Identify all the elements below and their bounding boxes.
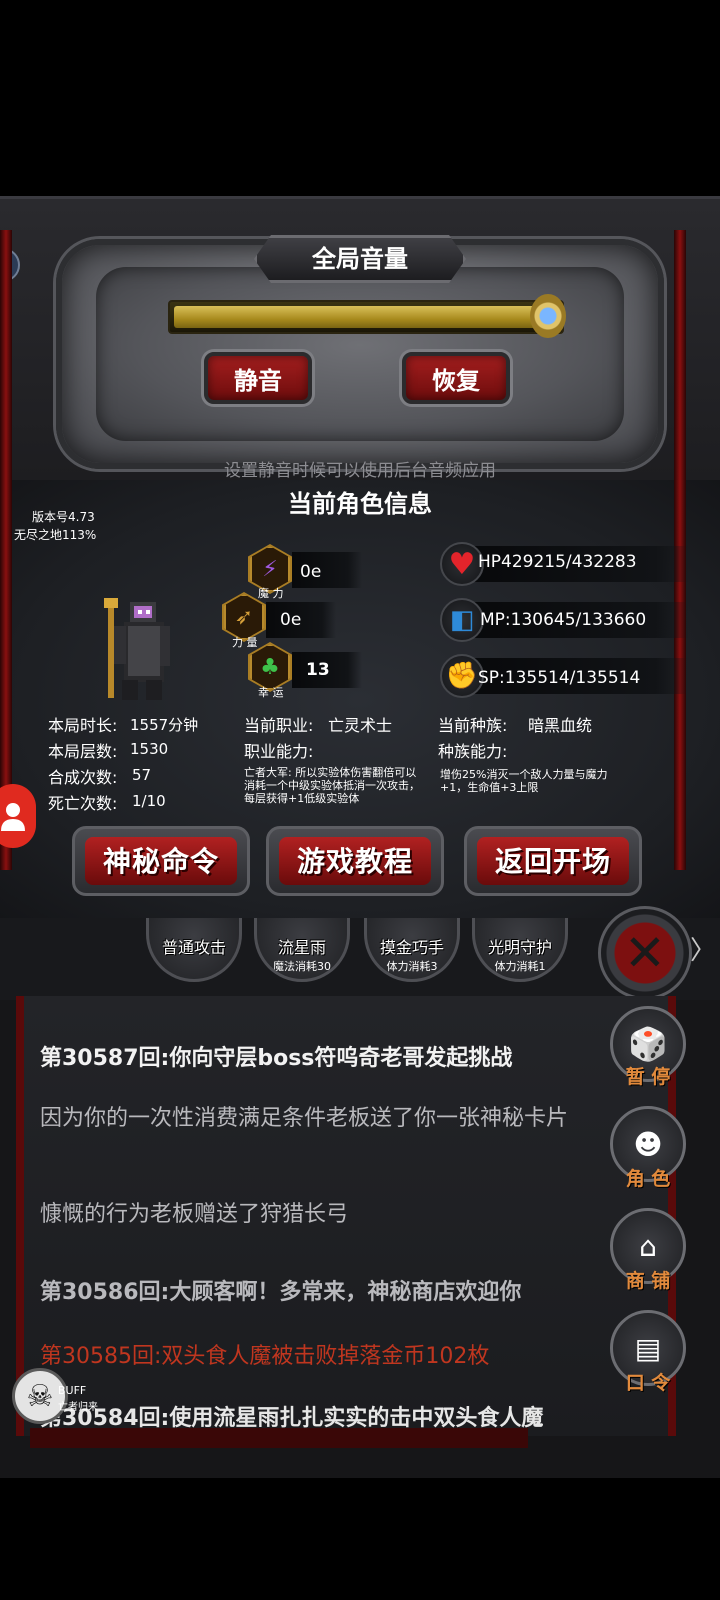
- skill-light-guard[interactable]: 光明守护 体力消耗1: [472, 918, 568, 982]
- dice-icon: 🎲: [628, 1025, 668, 1063]
- game-screen: 全局音量 静音 恢复 设置静音时候可以使用后台音频应用 当前角色信息 版本号4.…: [0, 0, 720, 1600]
- buff-sub-label: 亡者归来: [58, 1402, 98, 1413]
- volume-panel: 全局音量: [0, 196, 720, 500]
- bottom-bar: [30, 1428, 528, 1448]
- pause-label: 暂 停: [625, 1066, 671, 1088]
- endless-land-label: 无尽之地113%: [14, 528, 97, 542]
- shop-icon: ⌂: [639, 1229, 657, 1263]
- skill-name: 流星雨: [277, 938, 326, 957]
- necromancer-sprite: [104, 598, 170, 700]
- close-icon[interactable]: ✕: [598, 906, 692, 1000]
- secret-command-button[interactable]: 神秘命令: [72, 826, 250, 896]
- tutorial-label: 游戏教程: [279, 837, 431, 885]
- merges-label: 合成次数:: [48, 768, 118, 787]
- hooded-figure-icon: ☻: [633, 1127, 663, 1161]
- character-label: 角 色: [625, 1168, 671, 1190]
- play-time-label: 本局时长:: [48, 716, 118, 735]
- floors-value: 1530: [130, 740, 169, 758]
- volume-title: 全局音量: [312, 245, 408, 273]
- class-ability-label: 职业能力:: [244, 742, 314, 761]
- log-line: 第30587回:你向守层boss符呜奇老哥发起挑战: [40, 1046, 513, 1071]
- log-line: 因为你的一次性消费满足条件老板送了你一张神秘卡片: [40, 1106, 569, 1131]
- skill-cost: 体力消耗1: [494, 960, 546, 973]
- hp-value: HP429215/432283: [478, 552, 637, 572]
- class-value: 亡灵术士: [328, 716, 393, 735]
- luck-caption: 幸 运: [258, 686, 284, 699]
- log-line: 慷慨的行为老板赠送了狩猎长弓: [40, 1202, 349, 1227]
- floors-label: 本局层数:: [48, 742, 118, 761]
- shop-label: 商 铺: [625, 1270, 671, 1292]
- volume-hint: 设置静音时候可以使用后台音频应用: [224, 461, 496, 481]
- class-label: 当前职业:: [244, 716, 314, 735]
- strength-value: 0e: [280, 610, 302, 630]
- person-icon: [1, 803, 25, 831]
- chevron-right-icon[interactable]: 〉: [690, 930, 716, 967]
- skill-name: 光明守护: [487, 938, 552, 957]
- skill-name: 普通攻击: [161, 938, 226, 957]
- skill-gold-touch[interactable]: 摸金巧手 体力消耗3: [364, 918, 460, 982]
- command-label: 口 令: [625, 1372, 671, 1394]
- log-line: 第30584回:使用流星雨扎扎实实的击中双头食人魔: [40, 1406, 544, 1428]
- race-ability-text: 增伤25%消灭一个敌人力量与魔力+1，生命值+3上限: [440, 768, 608, 794]
- play-time-value: 1557分钟: [130, 716, 199, 734]
- secret-command-label: 神秘命令: [85, 837, 237, 885]
- merges-value: 57: [132, 766, 152, 784]
- volume-slider[interactable]: [168, 300, 564, 334]
- volume-stone-inner: [96, 267, 624, 441]
- class-ability-text: 亡者大军: 所以实验体伤害翻倍可以消耗一个中级实验体抵消一次攻击，每层获得+1低…: [244, 766, 420, 805]
- race-label: 当前种族:: [438, 716, 508, 735]
- skill-name: 摸金巧手: [379, 938, 444, 957]
- skill-meteor[interactable]: 流星雨 魔法消耗30: [254, 918, 350, 982]
- skill-cost: 魔法消耗30: [273, 960, 331, 973]
- luck-value: 13: [306, 660, 330, 680]
- scroll-icon: ▤: [634, 1331, 662, 1365]
- magic-caption: 魔 力: [258, 587, 284, 600]
- return-start-button[interactable]: 返回开场: [464, 826, 642, 896]
- restore-button[interactable]: 恢复: [402, 352, 510, 404]
- mana-icon: ◧: [440, 598, 484, 642]
- log-line: 第30586回:大顾客啊！多常来，神秘商店欢迎你: [40, 1280, 522, 1305]
- skill-cost: 体力消耗3: [386, 960, 438, 973]
- log-line: 第30585回:双头食人魔被击败掉落金币102枚: [40, 1344, 490, 1369]
- mp-value: MP:130645/133660: [480, 610, 647, 630]
- magic-value: 0e: [300, 562, 322, 582]
- race-ability-label: 种族能力:: [438, 742, 508, 761]
- buff-label: BUFF: [58, 1384, 87, 1397]
- version-label: 版本号4.73: [32, 510, 95, 524]
- deaths-label: 死亡次数:: [48, 794, 118, 813]
- strength-caption: 力 量: [232, 636, 258, 649]
- mute-button[interactable]: 静音: [204, 352, 312, 404]
- volume-slider-fill: [174, 306, 551, 328]
- sp-value: SP:135514/135514: [478, 668, 641, 688]
- left-rail: [0, 230, 12, 870]
- character-info-title: 当前角色信息: [288, 490, 432, 518]
- race-value: 暗黑血统: [528, 716, 593, 735]
- deaths-value: 1/10: [132, 792, 166, 810]
- floating-avatar-button[interactable]: [0, 784, 36, 848]
- return-start-label: 返回开场: [477, 837, 629, 885]
- tutorial-button[interactable]: 游戏教程: [266, 826, 444, 896]
